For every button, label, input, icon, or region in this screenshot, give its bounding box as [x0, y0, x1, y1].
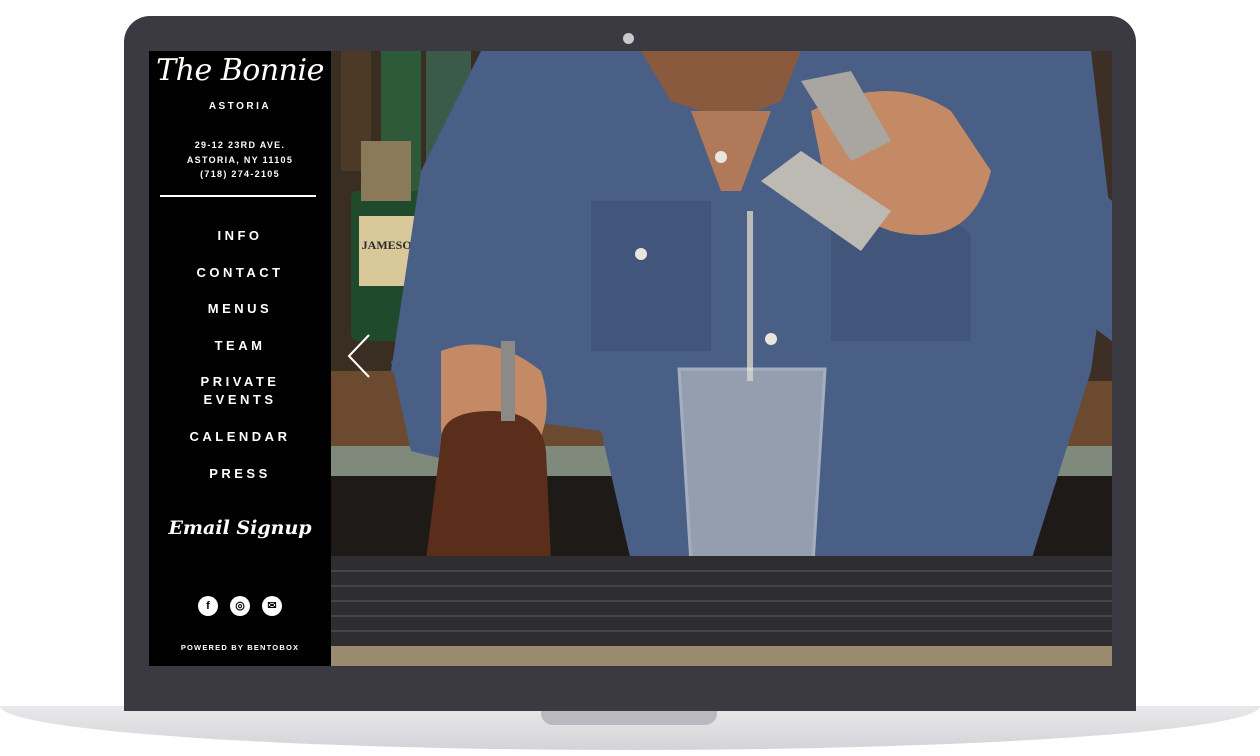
nav-info[interactable]: INFO — [149, 225, 331, 262]
instagram-icon[interactable]: ◎ — [230, 596, 250, 616]
email-signup-link[interactable]: Email Signup — [149, 517, 331, 539]
hero-slideshow: JAMESON — [331, 51, 1112, 666]
screen: The Bonnie ASTORIA 29-12 23RD AVE. ASTOR… — [149, 51, 1112, 666]
nav-private-events[interactable]: PRIVATE EVENTS — [149, 371, 331, 426]
hero-image: JAMESON — [331, 51, 1112, 666]
nav-team[interactable]: TEAM — [149, 335, 331, 372]
address-block: 29-12 23RD AVE. ASTORIA, NY 11105 (718) … — [149, 138, 331, 182]
address-line-1: 29-12 23RD AVE. — [194, 140, 286, 150]
address-line-2: ASTORIA, NY 11105 — [186, 154, 294, 165]
main-nav: INFO CONTACT MENUS TEAM PRIVATE EVENTS C… — [149, 225, 331, 499]
chevron-left-icon[interactable] — [345, 331, 375, 381]
divider — [160, 195, 316, 197]
nav-calendar[interactable]: CALENDAR — [149, 426, 331, 463]
camera-icon — [623, 33, 634, 44]
phone-number[interactable]: (718) 274-2105 — [149, 167, 331, 182]
mail-icon[interactable]: ✉ — [262, 596, 282, 616]
facebook-icon[interactable]: f — [198, 596, 218, 616]
sidebar: The Bonnie ASTORIA 29-12 23RD AVE. ASTOR… — [149, 51, 331, 666]
logo-location: ASTORIA — [208, 101, 272, 112]
nav-menus[interactable]: MENUS — [149, 298, 331, 335]
social-links: f ◎ ✉ — [198, 596, 282, 616]
logo[interactable]: The Bonnie — [149, 53, 331, 88]
nav-press[interactable]: PRESS — [149, 463, 331, 500]
powered-by-link[interactable]: POWERED BY BENTOBOX — [149, 643, 331, 652]
nav-contact[interactable]: CONTACT — [149, 262, 331, 299]
